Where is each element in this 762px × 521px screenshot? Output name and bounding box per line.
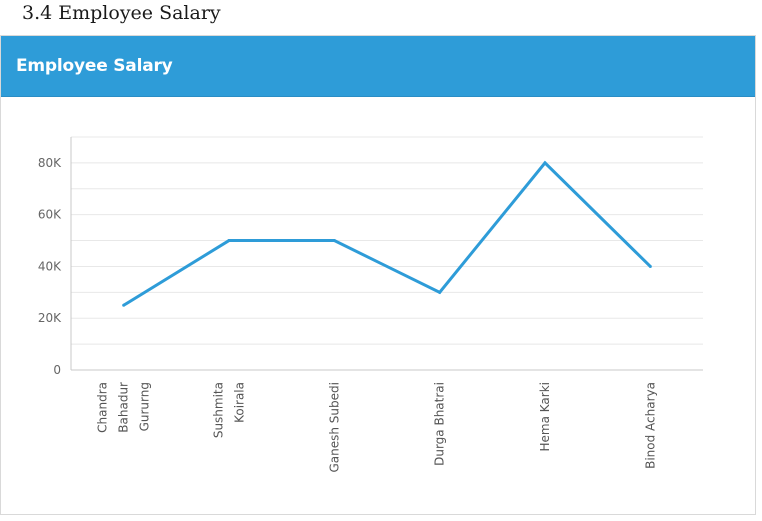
line-chart: 0 20K 40K 60K 80K Chandra Bahadur Gururng Sushmi… xyxy=(38,136,703,473)
y-tick-label: 0 xyxy=(53,363,61,377)
y-tick-label: 80K xyxy=(38,156,62,170)
y-tick-label: 20K xyxy=(38,311,62,325)
x-tick-label: Bahadur xyxy=(117,382,131,433)
page: 3.4 Employee Salary Employee Salary 0 20K… xyxy=(0,0,762,521)
card-header: Employee Salary xyxy=(1,36,755,97)
data-point xyxy=(543,161,547,165)
y-tick-label: 60K xyxy=(38,208,62,222)
data-point xyxy=(227,239,231,243)
data-point xyxy=(648,264,652,268)
chart-area: 0 20K 40K 60K 80K Chandra Bahadur Gururng Sushmi… xyxy=(1,97,755,514)
card-title: Employee Salary xyxy=(16,56,173,76)
x-tick-label: Gururng xyxy=(138,382,152,431)
x-tick-label: Sushmita xyxy=(212,382,226,438)
data-point xyxy=(122,303,126,307)
data-point xyxy=(438,290,442,294)
x-tick-label: Binod Acharya xyxy=(643,382,657,469)
y-tick-label: 40K xyxy=(38,259,62,273)
x-tick-label: Ganesh Subedi xyxy=(327,382,341,473)
data-point xyxy=(332,239,336,243)
x-tick-label: Hema Karki xyxy=(538,382,552,452)
salary-series-line xyxy=(122,160,652,307)
x-tick-label: Durga Bhatrai xyxy=(433,382,447,466)
section-heading: 3.4 Employee Salary xyxy=(22,2,221,24)
x-tick-label: Koirala xyxy=(233,382,247,423)
x-tick-label: Chandra xyxy=(96,382,110,433)
chart-card: Employee Salary 0 20K 40K 60K 80K Chandra Baha… xyxy=(0,35,756,515)
